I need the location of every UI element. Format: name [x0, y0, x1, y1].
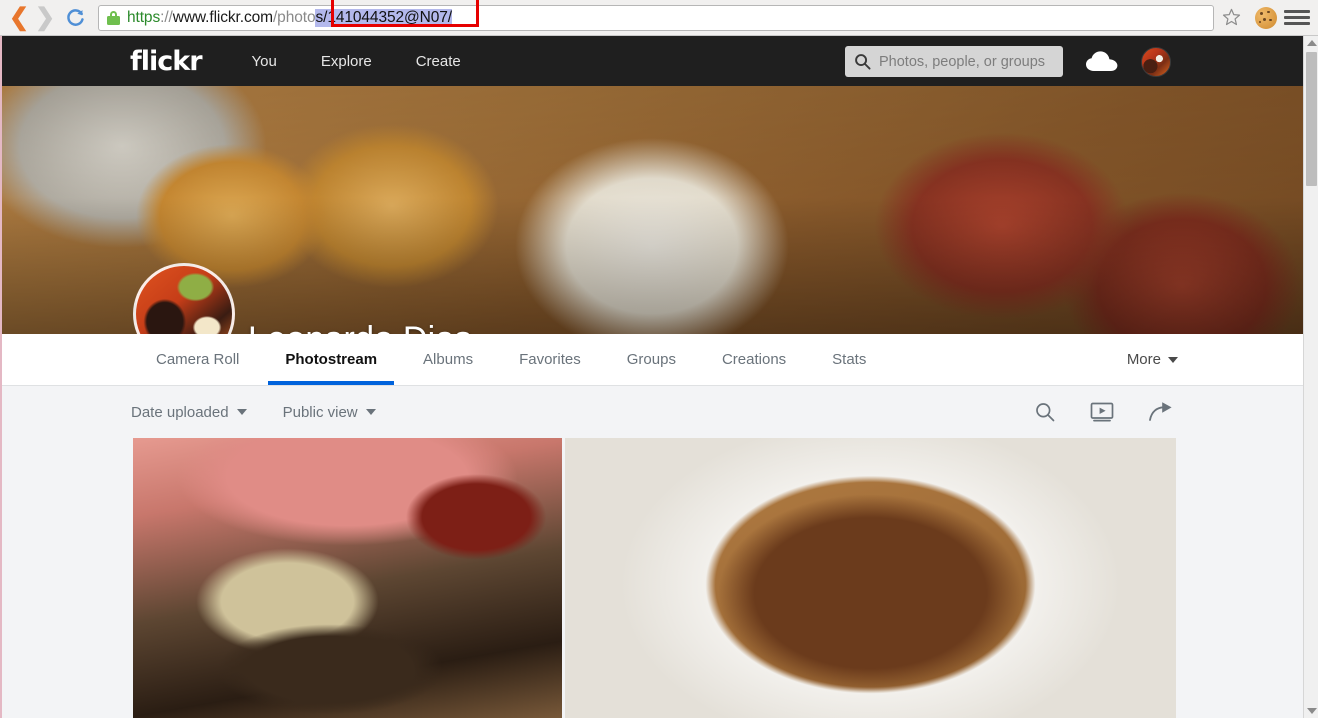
- cloud-upload-icon[interactable]: [1085, 50, 1121, 74]
- photostream-content: Date uploaded Public view: [2, 386, 1303, 718]
- cover-photo: Leonardo Dias leonardodias688 0 Follower…: [2, 86, 1303, 334]
- photo-tile[interactable]: [133, 438, 562, 718]
- flickr-logo[interactable]: flickr: [130, 46, 203, 77]
- browser-back-button[interactable]: ❮: [6, 3, 32, 33]
- url-separator: ://: [160, 8, 173, 26]
- tabs-list: Camera Roll Photostream Albums Favorites…: [133, 334, 889, 385]
- toolbar-actions: [1034, 386, 1174, 438]
- cookie-icon[interactable]: [1255, 6, 1277, 29]
- search-icon[interactable]: [1034, 401, 1056, 423]
- profile-tabs: Camera Roll Photostream Albums Favorites…: [2, 334, 1303, 386]
- filter-group: Date uploaded Public view: [131, 404, 376, 421]
- site-header: flickr You Explore Create Photos, people…: [2, 36, 1303, 86]
- url-text: https://www.flickr.com/photo s/141044352@…: [127, 8, 452, 27]
- tab-camera-roll[interactable]: Camera Roll: [133, 334, 262, 385]
- browser-forward-button[interactable]: ❯: [32, 3, 58, 33]
- photostream-toolbar: Date uploaded Public view: [2, 386, 1303, 438]
- scroll-up-arrow[interactable]: [1304, 36, 1318, 50]
- browser-reload-button[interactable]: [62, 3, 88, 33]
- nav-item-create[interactable]: Create: [416, 53, 461, 70]
- main-nav: You Explore Create: [252, 53, 461, 70]
- chevron-down-icon: [236, 409, 247, 415]
- search-placeholder: Photos, people, or groups: [879, 53, 1046, 70]
- scroll-down-arrow[interactable]: [1304, 704, 1318, 718]
- url-host: www.flickr.com: [172, 8, 273, 26]
- search-icon: [854, 53, 871, 70]
- sort-dropdown[interactable]: Date uploaded: [131, 404, 247, 421]
- sort-dropdown-label: Date uploaded: [131, 403, 229, 421]
- tab-creations[interactable]: Creations: [699, 334, 809, 385]
- tab-stats[interactable]: Stats: [809, 334, 889, 385]
- view-dropdown[interactable]: Public view: [283, 404, 376, 421]
- address-bar[interactable]: https://www.flickr.com/photo s/141044352@…: [98, 0, 1214, 31]
- tab-more-label: More: [1126, 351, 1161, 368]
- hamburger-menu-icon[interactable]: [1284, 10, 1310, 25]
- tab-favorites[interactable]: Favorites: [496, 334, 604, 385]
- tab-photostream[interactable]: Photostream: [262, 334, 400, 385]
- view-dropdown-label: Public view: [282, 403, 358, 421]
- photo-grid: [133, 438, 1176, 718]
- star-icon[interactable]: [1218, 8, 1244, 27]
- page-title: Leonardo Dias: [248, 320, 472, 334]
- slideshow-icon[interactable]: [1090, 401, 1114, 423]
- search-input[interactable]: Photos, people, or groups: [845, 46, 1063, 77]
- page-viewport: flickr You Explore Create Photos, people…: [0, 36, 1303, 718]
- nav-item-explore[interactable]: Explore: [321, 53, 372, 70]
- url-selected-text: s/141044352@N07/: [315, 8, 452, 27]
- vertical-scrollbar[interactable]: [1303, 36, 1318, 718]
- chevron-down-icon: [1168, 356, 1178, 363]
- avatar[interactable]: [1141, 47, 1171, 77]
- scrollbar-thumb[interactable]: [1306, 52, 1317, 186]
- chevron-down-icon: [365, 409, 376, 415]
- tab-groups[interactable]: Groups: [604, 334, 699, 385]
- tab-albums[interactable]: Albums: [400, 334, 496, 385]
- url-path: /photo: [272, 8, 316, 26]
- nav-item-you[interactable]: You: [252, 53, 277, 70]
- share-icon[interactable]: [1148, 401, 1174, 423]
- lock-icon: [107, 10, 120, 25]
- browser-toolbar: ❮ ❯ https://www.flickr.com/photo s/141044…: [0, 0, 1318, 36]
- tab-more[interactable]: More: [1127, 334, 1178, 385]
- photo-tile[interactable]: [565, 438, 1176, 718]
- url-scheme: https: [127, 8, 161, 26]
